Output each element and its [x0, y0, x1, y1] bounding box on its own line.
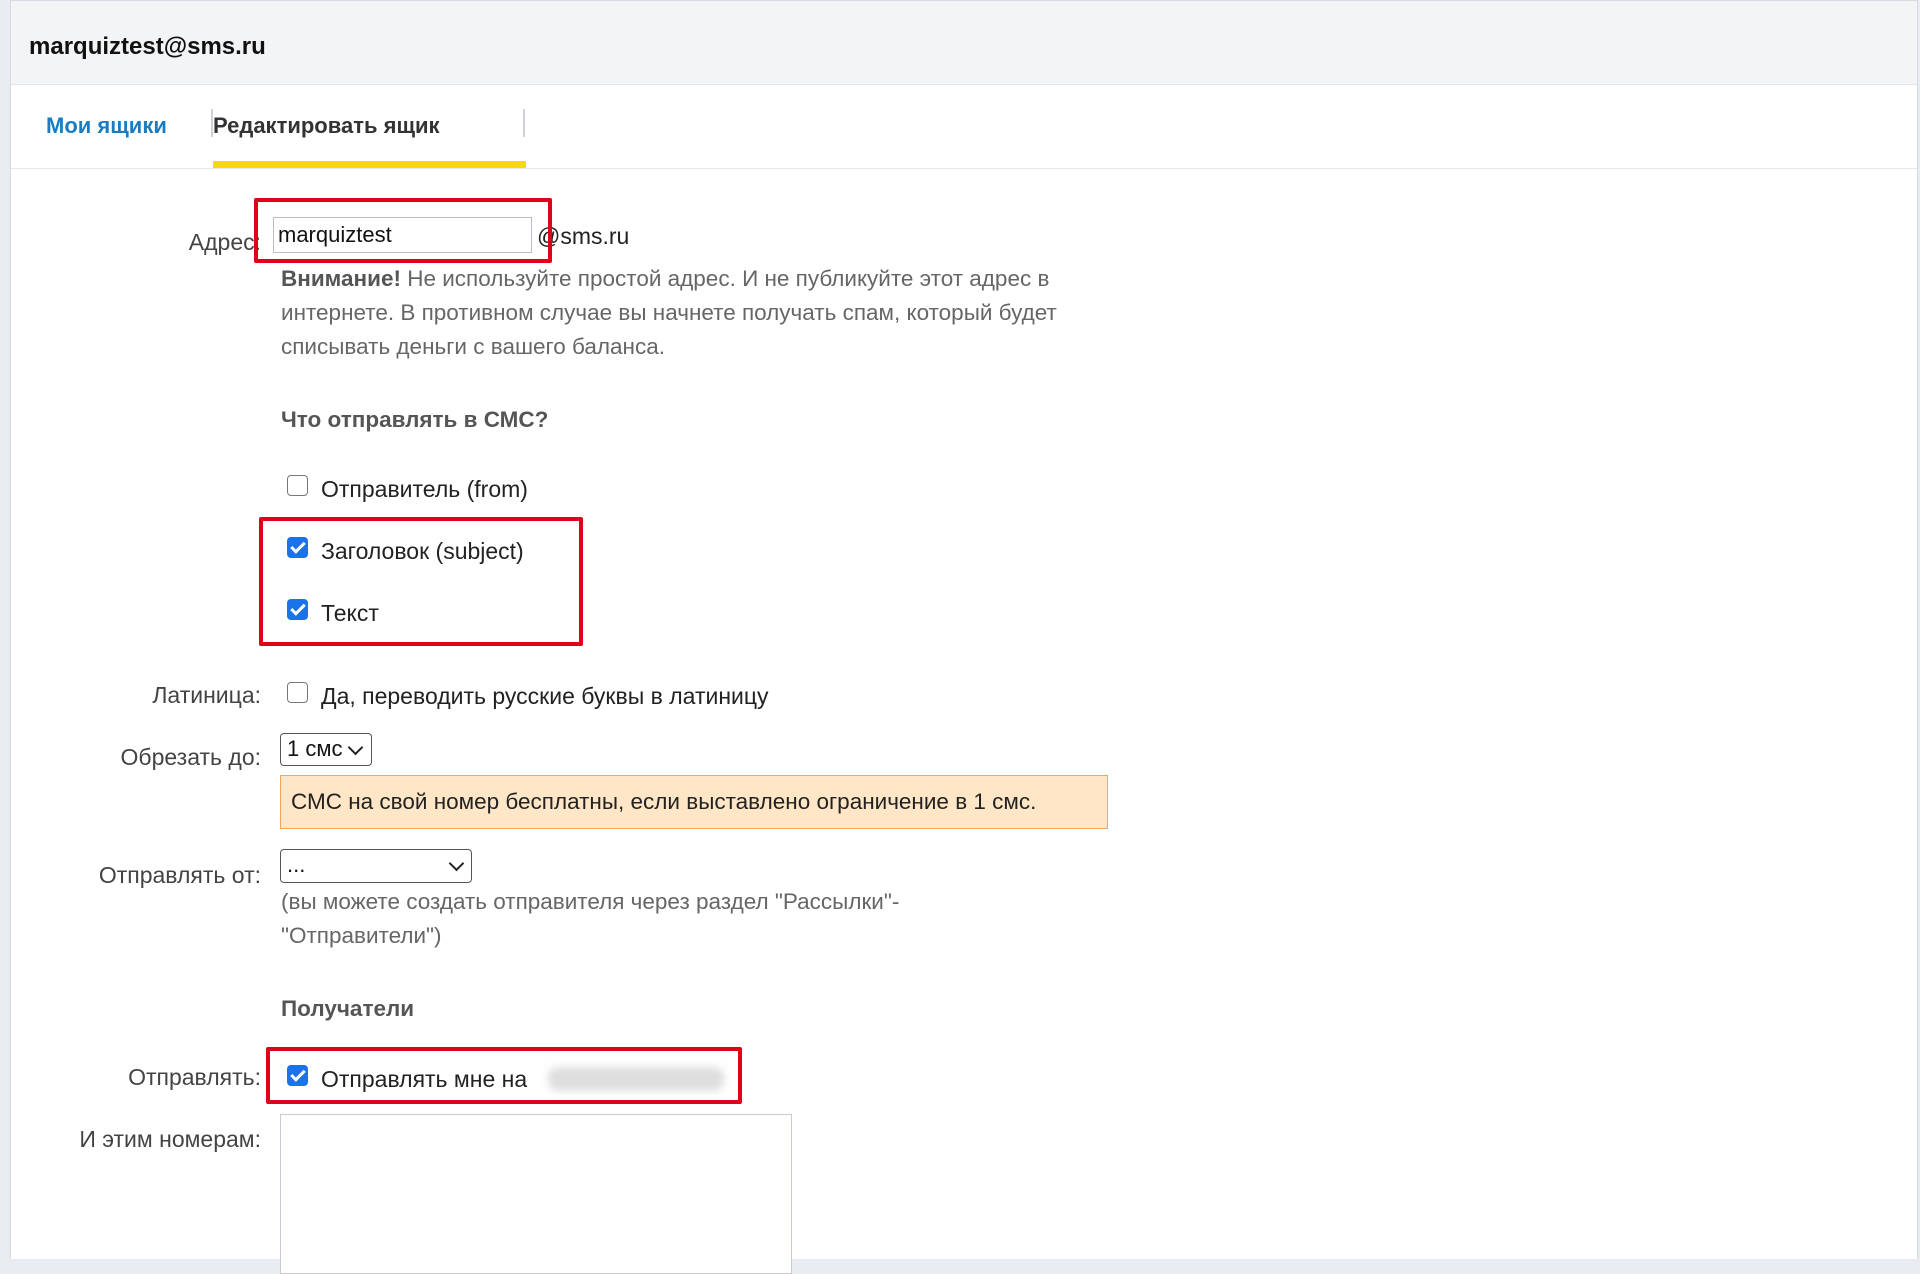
extra-numbers-textarea[interactable] [280, 1114, 792, 1274]
sender-from-checkbox[interactable] [287, 475, 308, 496]
tab-bar: Мои ящики Редактировать ящик [11, 85, 1917, 169]
sender-from-label: Отправитель (from) [321, 476, 528, 502]
send-from-hint: (вы можете создать отправителя через раз… [281, 889, 900, 948]
send-label: Отправлять: [128, 1064, 261, 1090]
tab-my-boxes[interactable]: Мои ящики [46, 113, 167, 139]
tab-edit-box[interactable]: Редактировать ящик [213, 113, 440, 139]
send-from-label: Отправлять от: [98, 862, 261, 888]
chevron-down-icon [448, 855, 465, 872]
what-to-send-heading: Что отправлять в СМС? [281, 407, 549, 432]
latin-checkbox[interactable] [287, 682, 308, 703]
truncate-selected-value: 1 смс [287, 736, 343, 761]
page-header: marquiztest@sms.ru [11, 1, 1917, 85]
recipients-heading: Получатели [281, 996, 415, 1021]
active-tab-indicator [213, 161, 526, 168]
annotation-box-address [254, 198, 552, 263]
truncate-label: Обрезать до: [120, 744, 261, 770]
latin-option-label: Да, переводить русские буквы в латиницу [321, 683, 769, 709]
truncate-select[interactable]: 1 смс [280, 733, 372, 766]
latin-label: Латиница: [152, 682, 261, 708]
tab-separator [523, 109, 525, 137]
numbers-label: И этим номерам: [79, 1126, 261, 1152]
free-sms-notice: СМС на свой номер бесплатны, если выстав… [280, 775, 1108, 829]
warning-strong: Внимание! [281, 266, 401, 291]
send-from-select[interactable]: ... [280, 849, 472, 883]
chevron-down-icon [347, 739, 364, 756]
send-from-selected-value: ... [287, 852, 306, 877]
address-label: Адрес: [188, 229, 261, 255]
page-title: marquiztest@sms.ru [29, 33, 266, 60]
annotation-box-send-me [266, 1047, 742, 1104]
main-panel: marquiztest@sms.ru Мои ящики Редактирова… [10, 0, 1918, 1274]
address-warning: Внимание! Не используйте простой адрес. … [281, 262, 1121, 364]
annotation-box-content [259, 517, 583, 646]
